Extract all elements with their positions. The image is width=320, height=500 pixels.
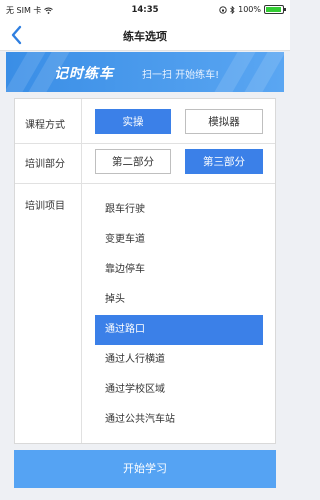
bluetooth-icon [230, 5, 235, 14]
list-item[interactable]: 通过学校区域 [95, 375, 263, 405]
list-item[interactable]: 靠边停车 [95, 255, 263, 285]
promo-banner: 记时练车 扫一扫 开始练车! [6, 52, 284, 92]
battery-icon [264, 5, 286, 14]
training-part-label: 培训部分 [25, 159, 65, 170]
battery-percent: 100% [238, 5, 261, 14]
options-panel: 课程方式 实操 模拟器 培训部分 第二部分 第三部分 培训项目 跟车行驶 变更车… [14, 98, 276, 444]
lock-rotation-icon [219, 5, 227, 14]
list-item[interactable]: 掉头 [95, 285, 263, 315]
training-items-list: 跟车行驶 变更车道 靠边停车 掉头 通过路口 通过人行横道 通过学校区域 通过公… [95, 195, 263, 435]
banner-subtitle: 扫一扫 开始练车! [142, 70, 220, 81]
banner-title: 记时练车 [54, 66, 114, 82]
start-learning-button[interactable]: 开始学习 [14, 450, 276, 488]
course-mode-label: 课程方式 [25, 120, 65, 131]
nav-bar: 练车选项 [0, 20, 290, 51]
page-title: 练车选项 [123, 30, 167, 43]
list-item[interactable]: 通过公共汽车站 [95, 405, 263, 435]
list-item[interactable]: 变更车道 [95, 225, 263, 255]
column-divider [81, 99, 82, 443]
row-divider [15, 183, 275, 184]
list-item-selected[interactable]: 通过路口 [95, 315, 263, 345]
status-bar: 无 SIM 卡 14:35 100% [0, 0, 290, 20]
training-part-option-part3[interactable]: 第三部分 [185, 149, 263, 174]
list-item[interactable]: 跟车行驶 [95, 195, 263, 225]
row-divider [15, 143, 275, 144]
training-part-option-part2[interactable]: 第二部分 [95, 149, 171, 174]
training-items-label: 培训项目 [25, 201, 65, 212]
list-item[interactable]: 通过人行横道 [95, 345, 263, 375]
status-right: 100% [219, 5, 286, 14]
course-mode-option-simulator[interactable]: 模拟器 [185, 109, 263, 134]
course-mode-option-practical[interactable]: 实操 [95, 109, 171, 134]
